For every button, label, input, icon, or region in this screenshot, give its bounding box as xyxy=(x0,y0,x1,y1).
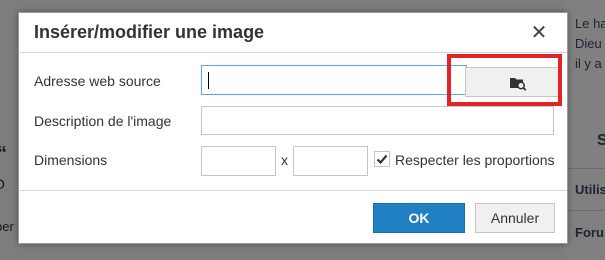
image-description-input[interactable] xyxy=(201,106,554,135)
background-left-text: per xyxy=(0,219,14,234)
background-divider xyxy=(565,210,605,211)
dialog-header: Insérer/modifier une image ✕ xyxy=(19,13,567,53)
dimensions-label: Dimensions xyxy=(34,152,108,168)
folder-search-icon xyxy=(510,78,527,91)
height-input[interactable] xyxy=(293,146,368,176)
width-input[interactable] xyxy=(201,146,276,176)
background-forum-item: Foru xyxy=(575,225,604,240)
constrain-proportions-checkbox[interactable] xyxy=(374,151,390,167)
source-url-input[interactable] xyxy=(201,65,467,95)
background-text-2: Dieu xyxy=(575,36,602,51)
background-divider xyxy=(565,168,605,169)
dialog-title: Insérer/modifier une image xyxy=(34,22,265,42)
background-text-3: il y a xyxy=(575,56,602,71)
cancel-button[interactable]: Annuler xyxy=(475,203,555,233)
dialog-footer-divider xyxy=(19,190,567,191)
background-text-1: Le ha xyxy=(575,16,605,31)
constrain-proportions-label[interactable]: Respecter les proportions xyxy=(395,152,555,168)
close-icon[interactable]: ✕ xyxy=(529,21,549,43)
dimensions-separator: x xyxy=(281,152,288,168)
text-caret xyxy=(208,72,209,89)
image-description-label: Description de l'image xyxy=(34,113,172,129)
ok-button[interactable]: OK xyxy=(373,203,465,233)
browse-button[interactable] xyxy=(465,67,559,97)
background-users-item: Utilis xyxy=(575,182,605,197)
background-heading: S xyxy=(597,132,605,149)
background-left-glyph: O xyxy=(0,176,5,192)
image-dialog: Insérer/modifier une image ✕ Adresse web… xyxy=(18,12,568,244)
checkmark-icon xyxy=(376,154,388,165)
source-url-label: Adresse web source xyxy=(34,73,161,89)
background-quote-glyph: “ xyxy=(0,143,7,166)
